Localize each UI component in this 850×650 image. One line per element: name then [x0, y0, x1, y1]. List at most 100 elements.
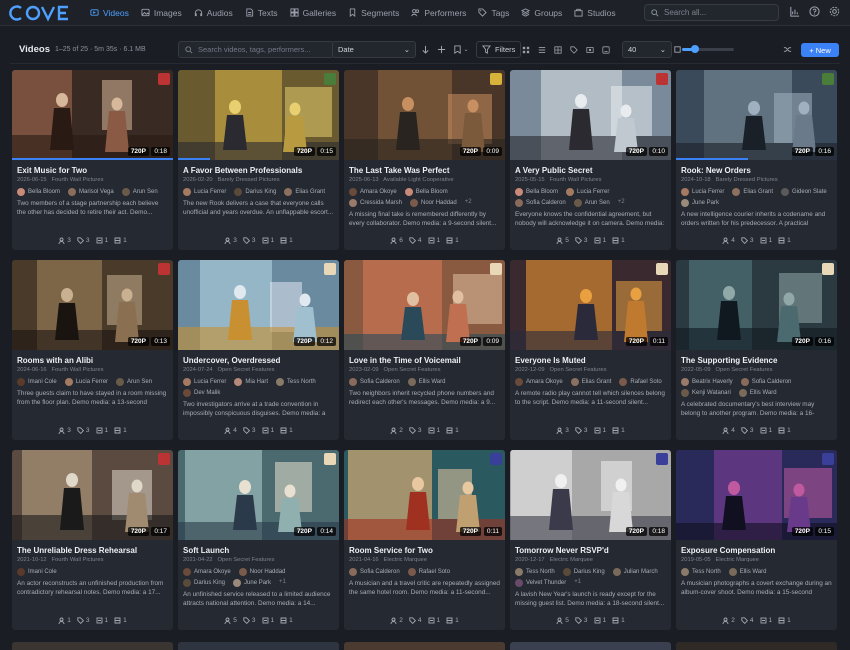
performer-chip[interactable]: Ellis Ward	[728, 568, 766, 576]
more-performers-count[interactable]: +1	[574, 579, 581, 587]
tags-count[interactable]: 3	[575, 427, 588, 434]
video-title[interactable]: The Supporting Evidence	[681, 356, 832, 365]
performer-chip[interactable]: Lucia Ferrer	[64, 378, 108, 386]
video-thumbnail[interactable]: 720P 0:18	[12, 70, 173, 160]
performer-chip[interactable]: Rafael Soto	[619, 378, 662, 386]
global-search-input[interactable]: Search all...	[644, 4, 779, 21]
performer-chip[interactable]: Lucia Ferrer	[183, 188, 226, 196]
saved-filter-button[interactable]: ⌄	[450, 41, 472, 58]
video-studio[interactable]: Open Secret Features	[384, 367, 441, 373]
video-card[interactable]: 720P 0:18 Exit Music for Two 2026-06-15 …	[12, 70, 173, 250]
shuffle-button[interactable]	[780, 41, 794, 58]
performer-chip[interactable]: Cressida Marsh	[349, 199, 402, 207]
video-card[interactable]: 720P 0:18 Tomorrow Never RSVP'd 2020-12-…	[510, 450, 671, 630]
performer-chip[interactable]: Sofia Calderon	[515, 199, 566, 207]
list-view-icon[interactable]	[534, 41, 550, 58]
tags-count[interactable]: 3	[243, 237, 256, 244]
tags-count[interactable]: 3	[575, 237, 588, 244]
performers-count[interactable]: 1	[58, 617, 71, 624]
galleries-count[interactable]: 1	[446, 237, 459, 244]
studio-logo-badge[interactable]	[158, 263, 170, 275]
galleries-count[interactable]: 1	[778, 617, 791, 624]
groups-count[interactable]: 1	[594, 237, 606, 244]
performer-chip[interactable]: Imani Cole	[17, 568, 57, 576]
performer-chip[interactable]: Darius King	[562, 568, 605, 576]
video-studio[interactable]: Available Light Cooperative	[383, 177, 453, 183]
performer-chip[interactable]: Julian March	[612, 568, 658, 576]
performers-count[interactable]: 3	[556, 427, 569, 434]
more-performers-count[interactable]: +1	[279, 579, 286, 587]
settings-gear-icon[interactable]	[829, 6, 840, 17]
galleries-count[interactable]: 1	[612, 617, 625, 624]
video-card[interactable]: 720P 0:14 Soft Launch 2021-04-22 Open Se…	[178, 450, 339, 630]
grid-view-icon[interactable]	[518, 41, 534, 58]
video-thumbnail[interactable]: 720P 0:18	[510, 450, 671, 540]
video-title[interactable]: Exposure Compensation	[681, 546, 832, 555]
groups-count[interactable]: 1	[760, 237, 772, 244]
video-card[interactable]: 720P 0:13 Rooms with an Alibi 2024-06-16…	[12, 260, 173, 440]
performer-chip[interactable]: Dev Malik	[183, 389, 220, 397]
video-title[interactable]: Room Service for Two	[349, 546, 500, 555]
map-view-icon[interactable]	[598, 41, 614, 58]
studio-logo-badge[interactable]	[656, 453, 668, 465]
video-studio[interactable]: Fourth Wall Pictures	[550, 177, 602, 183]
performers-count[interactable]: 2	[722, 617, 735, 624]
galleries-count[interactable]: 1	[280, 617, 293, 624]
tags-count[interactable]: 3	[77, 237, 90, 244]
studio-logo-badge[interactable]	[822, 73, 834, 85]
tags-count[interactable]: 3	[243, 617, 256, 624]
video-card[interactable]: 720P 0:09 The Last Take Was Perfect 2025…	[344, 70, 505, 250]
nav-item-audios[interactable]: Audios	[188, 0, 239, 26]
performers-count[interactable]: 3	[58, 237, 71, 244]
performer-chip[interactable]: Amara Okoye	[349, 188, 397, 196]
studio-logo-badge[interactable]	[822, 263, 834, 275]
galleries-count[interactable]: 1	[280, 237, 293, 244]
galleries-count[interactable]: 1	[280, 427, 293, 434]
galleries-count[interactable]: 1	[612, 427, 625, 434]
wall-view-icon[interactable]	[550, 41, 566, 58]
performer-chip[interactable]: Arun Sen	[116, 378, 152, 386]
video-studio[interactable]: Open Secret Features	[716, 367, 773, 373]
nav-item-studios[interactable]: Studios	[568, 0, 621, 26]
galleries-count[interactable]: 1	[114, 237, 127, 244]
performer-chip[interactable]: Bella Bloom	[17, 188, 60, 196]
performers-count[interactable]: 4	[224, 427, 237, 434]
performers-count[interactable]: 6	[390, 237, 403, 244]
video-card[interactable]: 720P 0:11 Room Service for Two 2021-04-1…	[344, 450, 505, 630]
performer-chip[interactable]: Noor Haddad	[410, 199, 457, 207]
performer-chip[interactable]: Rafael Soto	[407, 568, 450, 576]
performer-chip[interactable]: Lucia Ferrer	[681, 188, 724, 196]
video-studio[interactable]: Barely Dressed Pictures	[218, 177, 280, 183]
studio-logo-badge[interactable]	[324, 73, 336, 85]
studio-logo-badge[interactable]	[490, 263, 502, 275]
performers-count[interactable]: 3	[58, 427, 71, 434]
groups-count[interactable]: 1	[594, 617, 606, 624]
video-studio[interactable]: Electric Marquee	[716, 557, 760, 563]
performer-chip[interactable]: Arun Sen	[121, 188, 158, 196]
partial-card-thumbnail[interactable]	[178, 642, 339, 650]
performer-chip[interactable]: Tess North	[515, 568, 555, 576]
video-card[interactable]: 720P 0:15 Exposure Compensation 2019-05-…	[676, 450, 837, 630]
video-studio[interactable]: Electric Marquee	[384, 557, 428, 563]
performers-count[interactable]: 3	[224, 237, 237, 244]
tags-count[interactable]: 3	[575, 617, 588, 624]
performers-count[interactable]: 4	[722, 237, 735, 244]
video-studio[interactable]: Fourth Wall Pictures	[52, 367, 104, 373]
video-thumbnail[interactable]: 720P 0:13	[12, 260, 173, 350]
performer-chip[interactable]: Tess North	[681, 568, 721, 576]
video-studio[interactable]: Fourth Wall Pictures	[52, 557, 104, 563]
performer-chip[interactable]: Sofia Calderon	[740, 378, 791, 386]
tags-count[interactable]: 3	[741, 427, 754, 434]
video-card[interactable]: 720P 0:10 A Very Public Secret 2025-05-1…	[510, 70, 671, 250]
video-title[interactable]: The Unreliable Dress Rehearsal	[17, 546, 168, 555]
studio-logo-badge[interactable]	[656, 263, 668, 275]
galleries-count[interactable]: 1	[778, 427, 791, 434]
groups-count[interactable]: 1	[760, 617, 772, 624]
sort-select[interactable]: Date ⌄	[332, 41, 416, 58]
nav-item-performers[interactable]: Performers	[405, 0, 472, 26]
performer-chip[interactable]: Sofia Calderon	[349, 568, 400, 576]
video-title[interactable]: Tomorrow Never RSVP'd	[515, 546, 666, 555]
video-thumbnail[interactable]: 720P 0:15	[676, 450, 837, 540]
groups-count[interactable]: 1	[594, 427, 606, 434]
galleries-count[interactable]: 1	[778, 237, 791, 244]
